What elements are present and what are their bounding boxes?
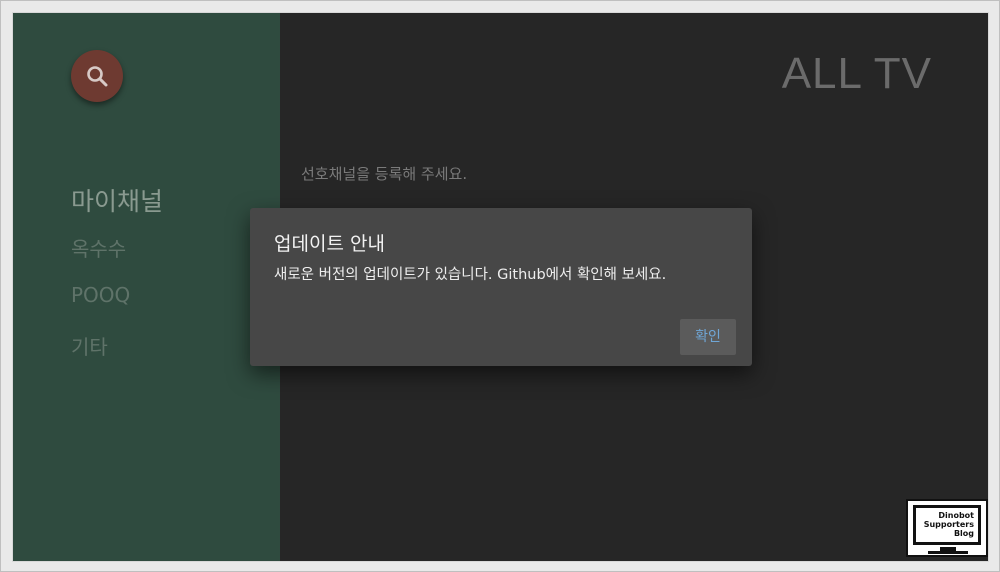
tv-screen: 마이채널 옥수수 POOQ 기타 ALL TV 선호채널을 등록해 주세요. 업… <box>13 13 988 561</box>
dialog-message: 새로운 버전의 업데이트가 있습니다. Github에서 확인해 보세요. <box>274 267 667 283</box>
dialog-title: 업데이트 안내 <box>274 233 385 255</box>
update-dialog: 업데이트 안내 새로운 버전의 업데이트가 있습니다. Github에서 확인해… <box>250 208 752 366</box>
blog-watermark-logo: Dinobot Supporters Blog <box>906 499 988 557</box>
watermark-line: Supporters <box>923 520 974 529</box>
search-button[interactable] <box>71 50 123 102</box>
watermark-line: Dinobot <box>938 511 974 520</box>
sidebar: 마이채널 옥수수 POOQ 기타 <box>13 13 280 561</box>
watermark-line: Blog <box>953 529 974 538</box>
search-icon <box>87 66 108 87</box>
empty-favorites-message: 선호채널을 등록해 주세요. <box>301 165 468 183</box>
confirm-button[interactable]: 확인 <box>680 319 736 355</box>
sidebar-item-pooq[interactable]: POOQ <box>71 283 130 307</box>
monitor-logo-base <box>928 551 968 554</box>
app-title: ALL TV <box>781 49 932 98</box>
sidebar-item-oksusu[interactable]: 옥수수 <box>71 233 126 262</box>
screenshot-frame: 마이채널 옥수수 POOQ 기타 ALL TV 선호채널을 등록해 주세요. 업… <box>0 0 1000 572</box>
monitor-logo-screen: Dinobot Supporters Blog <box>913 505 981 545</box>
sidebar-item-my-channel[interactable]: 마이채널 <box>71 182 163 218</box>
sidebar-item-etc[interactable]: 기타 <box>71 331 108 360</box>
